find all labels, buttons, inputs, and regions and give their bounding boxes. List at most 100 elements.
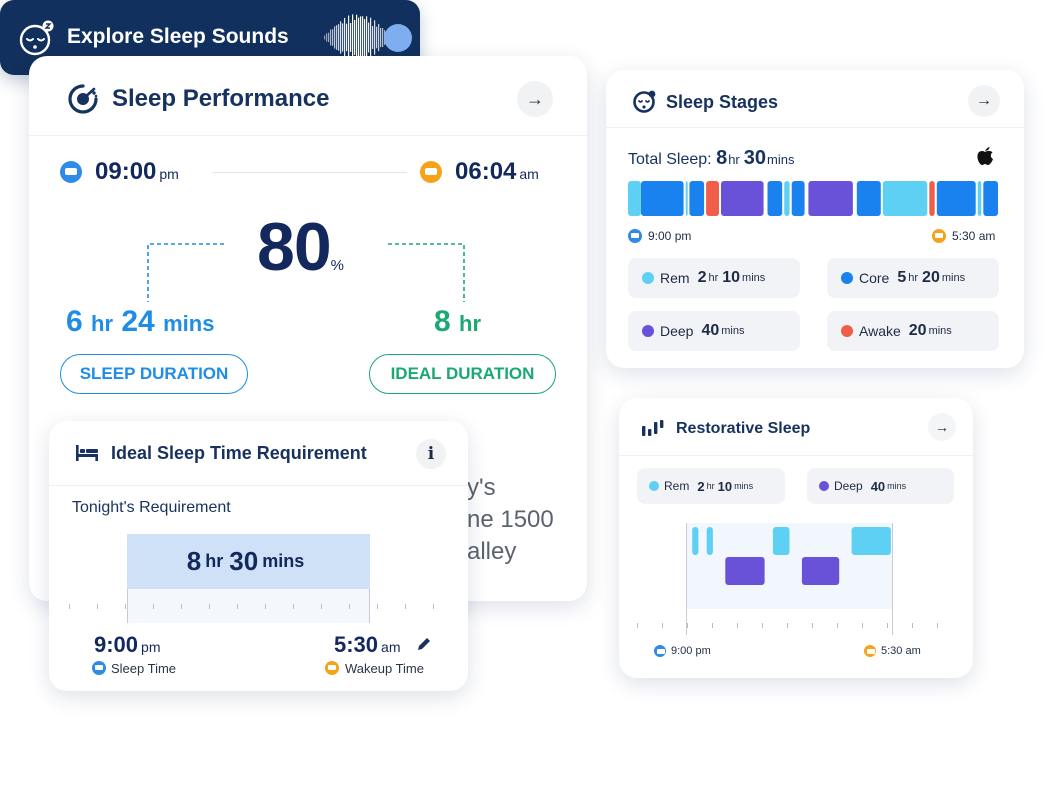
ideal-duration-value: 8 hr — [434, 305, 482, 338]
restorative-start-marker — [686, 523, 687, 635]
waveform-bar — [326, 33, 328, 42]
waveform-bar — [356, 14, 358, 61]
background-text-line-2: ne 1500 — [467, 506, 554, 533]
waveform-bar — [338, 24, 340, 51]
restorative-chip-rem: Rem 2 hr 10 mins — [637, 468, 785, 504]
waveform-bar — [334, 26, 336, 49]
sleep-score: 80% — [257, 209, 344, 285]
stage-segment-deep — [808, 181, 853, 216]
stage-segment-core — [689, 181, 705, 216]
restorative-sleep-card: Restorative Sleep → Rem 2 hr 10 mins Deep 40 m… — [619, 398, 973, 678]
stage-segment-core — [767, 181, 783, 216]
restorative-block-deep — [725, 557, 765, 585]
bed-time: 09:00 pm — [95, 158, 179, 185]
waveform-bar — [370, 17, 372, 58]
waveform-bar — [332, 29, 334, 46]
restorative-blocks — [692, 527, 891, 585]
waveform-bar — [340, 21, 342, 54]
waveform-bar — [374, 20, 376, 55]
ideal-duration-label[interactable]: IDEAL DURATION — [369, 354, 556, 394]
waveform-bar — [378, 23, 380, 52]
bed-icon — [654, 645, 666, 657]
waveform-bar — [346, 23, 348, 52]
stage-chip-awake: Awake 20 mins — [827, 311, 999, 351]
bed-icon — [92, 661, 106, 675]
sleep-duration-label[interactable]: SLEEP DURATION — [60, 354, 248, 394]
explore-sleep-sounds-label: Explore Sleep Sounds — [67, 25, 289, 48]
restorative-block-deep — [801, 557, 840, 585]
awake-color-dot — [841, 325, 853, 337]
waveform-bar — [366, 16, 368, 59]
rem-color-dot — [649, 481, 659, 491]
restorative-end-time: 5:30 am — [881, 645, 921, 657]
restorative-block-rem — [772, 527, 790, 555]
restorative-block-rem — [851, 527, 891, 555]
waveform-bar — [372, 26, 374, 49]
pencil-icon[interactable] — [415, 635, 433, 653]
alarm-clock-icon — [420, 161, 442, 183]
info-icon: i — [427, 444, 435, 464]
waveform-bar — [328, 32, 330, 43]
sleep-stage-bar — [628, 181, 998, 216]
stage-segment-deep — [721, 181, 764, 216]
ideal-duration-connector — [388, 243, 465, 302]
bed-icon — [76, 445, 98, 461]
waveform-bar — [360, 16, 362, 59]
stage-chip-rem: Rem 2 hr 10 mins — [628, 258, 800, 298]
waveform-bar — [348, 15, 350, 60]
core-color-dot — [841, 272, 853, 284]
bed-icon — [60, 161, 82, 183]
stage-segment-rem — [977, 181, 982, 216]
sleep-time-caption: Sleep Time — [111, 661, 177, 676]
wake-time-value: 5:30 am — [334, 632, 401, 657]
wake-time: 06:04 am — [455, 158, 539, 185]
restorative-end-marker — [892, 523, 893, 635]
stage-segment-core — [856, 181, 881, 216]
info-button[interactable]: i — [416, 439, 446, 469]
restorative-sleep-header: Restorative Sleep → — [619, 398, 973, 456]
ideal-sleep-header: Ideal Sleep Time Requirement i — [49, 421, 468, 486]
stage-chip-deep: Deep 40 mins — [628, 311, 800, 351]
stage-segment-awake — [929, 181, 935, 216]
requirement-bar: 8 hr 30 mins — [127, 534, 370, 589]
restorative-block-rem — [692, 527, 699, 555]
apple-logo-icon — [977, 147, 993, 165]
restorative-sleep-title: Restorative Sleep — [676, 420, 811, 437]
sleep-performance-arrow-button[interactable]: → — [517, 81, 553, 117]
stage-segment-awake — [706, 181, 719, 216]
alarm-clock-icon — [932, 229, 946, 243]
waveform-bar — [354, 20, 356, 55]
bed-icon — [628, 229, 642, 243]
sleeping-face-icon — [19, 20, 54, 56]
sleep-gauge-icon — [68, 84, 98, 114]
restorative-arrow-button[interactable]: → — [928, 413, 956, 441]
stage-segment-rem — [882, 181, 928, 216]
arrow-right-icon: → — [935, 419, 949, 435]
ideal-sleep-title: Ideal Sleep Time Requirement — [111, 443, 367, 463]
stages-end-time: 5:30 am — [952, 229, 996, 243]
ideal-sleep-time-card: Ideal Sleep Time Requirement i Tonight's… — [49, 421, 468, 691]
arrow-right-icon: → — [976, 92, 992, 109]
waveform-bar — [350, 23, 352, 52]
waveform-bar — [336, 25, 338, 50]
waveform-bar — [352, 14, 354, 61]
sleep-stages-arrow-button[interactable]: → — [968, 85, 1000, 117]
requirement-label: Tonight's Requirement — [72, 499, 231, 516]
sound-bars-icon — [642, 420, 664, 436]
waveform-bar — [368, 22, 370, 53]
deep-color-dot — [819, 481, 829, 491]
sleep-face-icon — [633, 90, 656, 113]
waveform-bar — [362, 16, 364, 59]
waveform-bar — [344, 17, 346, 58]
play-icon[interactable] — [384, 24, 412, 52]
background-text-line-1: y's — [467, 474, 496, 501]
sleep-stages-title: Sleep Stages — [666, 92, 779, 112]
stage-chip-core: Core 5 hr 20 mins — [827, 258, 999, 298]
stages-start-time: 9:00 pm — [648, 229, 692, 243]
waveform-bar — [324, 35, 326, 40]
restorative-chip-deep: Deep 40 mins — [807, 468, 954, 504]
waveform-bar — [380, 27, 382, 48]
stage-segment-rem — [628, 181, 641, 216]
stage-segment-rem — [685, 181, 688, 216]
waveform-bar — [330, 29, 332, 46]
